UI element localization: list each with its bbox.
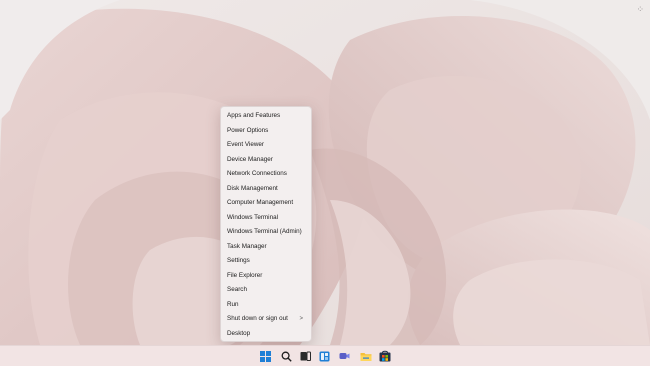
menu-item-label: Disk Management	[227, 184, 278, 192]
menu-item-label: Windows Terminal (Admin)	[227, 228, 302, 235]
menu-item-label: Settings	[227, 257, 250, 264]
menu-item-computer-management[interactable]: Computer Management	[221, 196, 311, 211]
menu-item-label: Apps and Features	[227, 112, 281, 119]
menu-item-run[interactable]: Run	[221, 298, 311, 313]
menu-item-label: Computer Management	[227, 199, 294, 206]
menu-item-search[interactable]: Search	[221, 283, 311, 298]
task-view-icon[interactable]	[299, 350, 311, 362]
menu-item-device-manager[interactable]: Device Manager	[221, 153, 311, 168]
menu-item-label: Network Connections	[227, 170, 287, 177]
menu-item-windows-terminal[interactable]: Windows Terminal	[221, 211, 311, 226]
file-explorer-icon[interactable]	[360, 350, 372, 362]
menu-item-shut-down-or-sign-out[interactable]: Shut down or sign out >	[221, 312, 311, 327]
store-icon[interactable]	[379, 350, 391, 362]
menu-item-label: Device Manager	[227, 155, 273, 163]
menu-item-task-manager[interactable]: Task Manager	[221, 240, 311, 255]
menu-item-event-viewer[interactable]: Event Viewer	[221, 138, 311, 153]
menu-item-network-connections[interactable]: Network Connections	[221, 167, 311, 182]
menu-item-desktop[interactable]: Desktop	[221, 327, 311, 342]
menu-item-label: Run	[227, 300, 239, 308]
wallpaper	[0, 0, 650, 366]
menu-item-label: File Explorer	[227, 271, 263, 279]
menu-item-disk-management[interactable]: Disk Management	[221, 182, 311, 197]
menu-item-file-explorer[interactable]: File Explorer	[221, 269, 311, 284]
system-tray-corner-icon: ⁘	[636, 4, 644, 14]
widgets-icon[interactable]	[318, 350, 330, 362]
menu-item-label: Power Options	[227, 126, 269, 134]
menu-item-settings[interactable]: Settings	[221, 254, 311, 269]
menu-item-windows-terminal-admin[interactable]: Windows Terminal (Admin)	[221, 225, 311, 240]
edge-browser-icon[interactable]	[341, 350, 353, 362]
menu-item-label: Desktop	[227, 329, 251, 337]
chevron-right-icon: >	[299, 316, 303, 322]
winx-context-menu: Apps and Features Power Options Event View…	[220, 106, 312, 342]
menu-item-label: Shut down or sign out	[227, 315, 288, 322]
desktop: ⁘ Apps and Features Power Options Event Vi…	[0, 0, 650, 366]
search-icon[interactable]	[280, 350, 292, 362]
taskbar	[0, 345, 650, 366]
menu-item-label: Task Manager	[227, 242, 267, 250]
menu-item-label: Windows Terminal	[227, 213, 278, 221]
menu-item-power-options[interactable]: Power Options	[221, 124, 311, 139]
menu-item-label: Event Viewer	[227, 141, 264, 148]
menu-item-apps-and-features[interactable]: Apps and Features	[221, 109, 311, 124]
start-icon[interactable]	[259, 350, 271, 362]
menu-item-label: Search	[227, 286, 247, 293]
